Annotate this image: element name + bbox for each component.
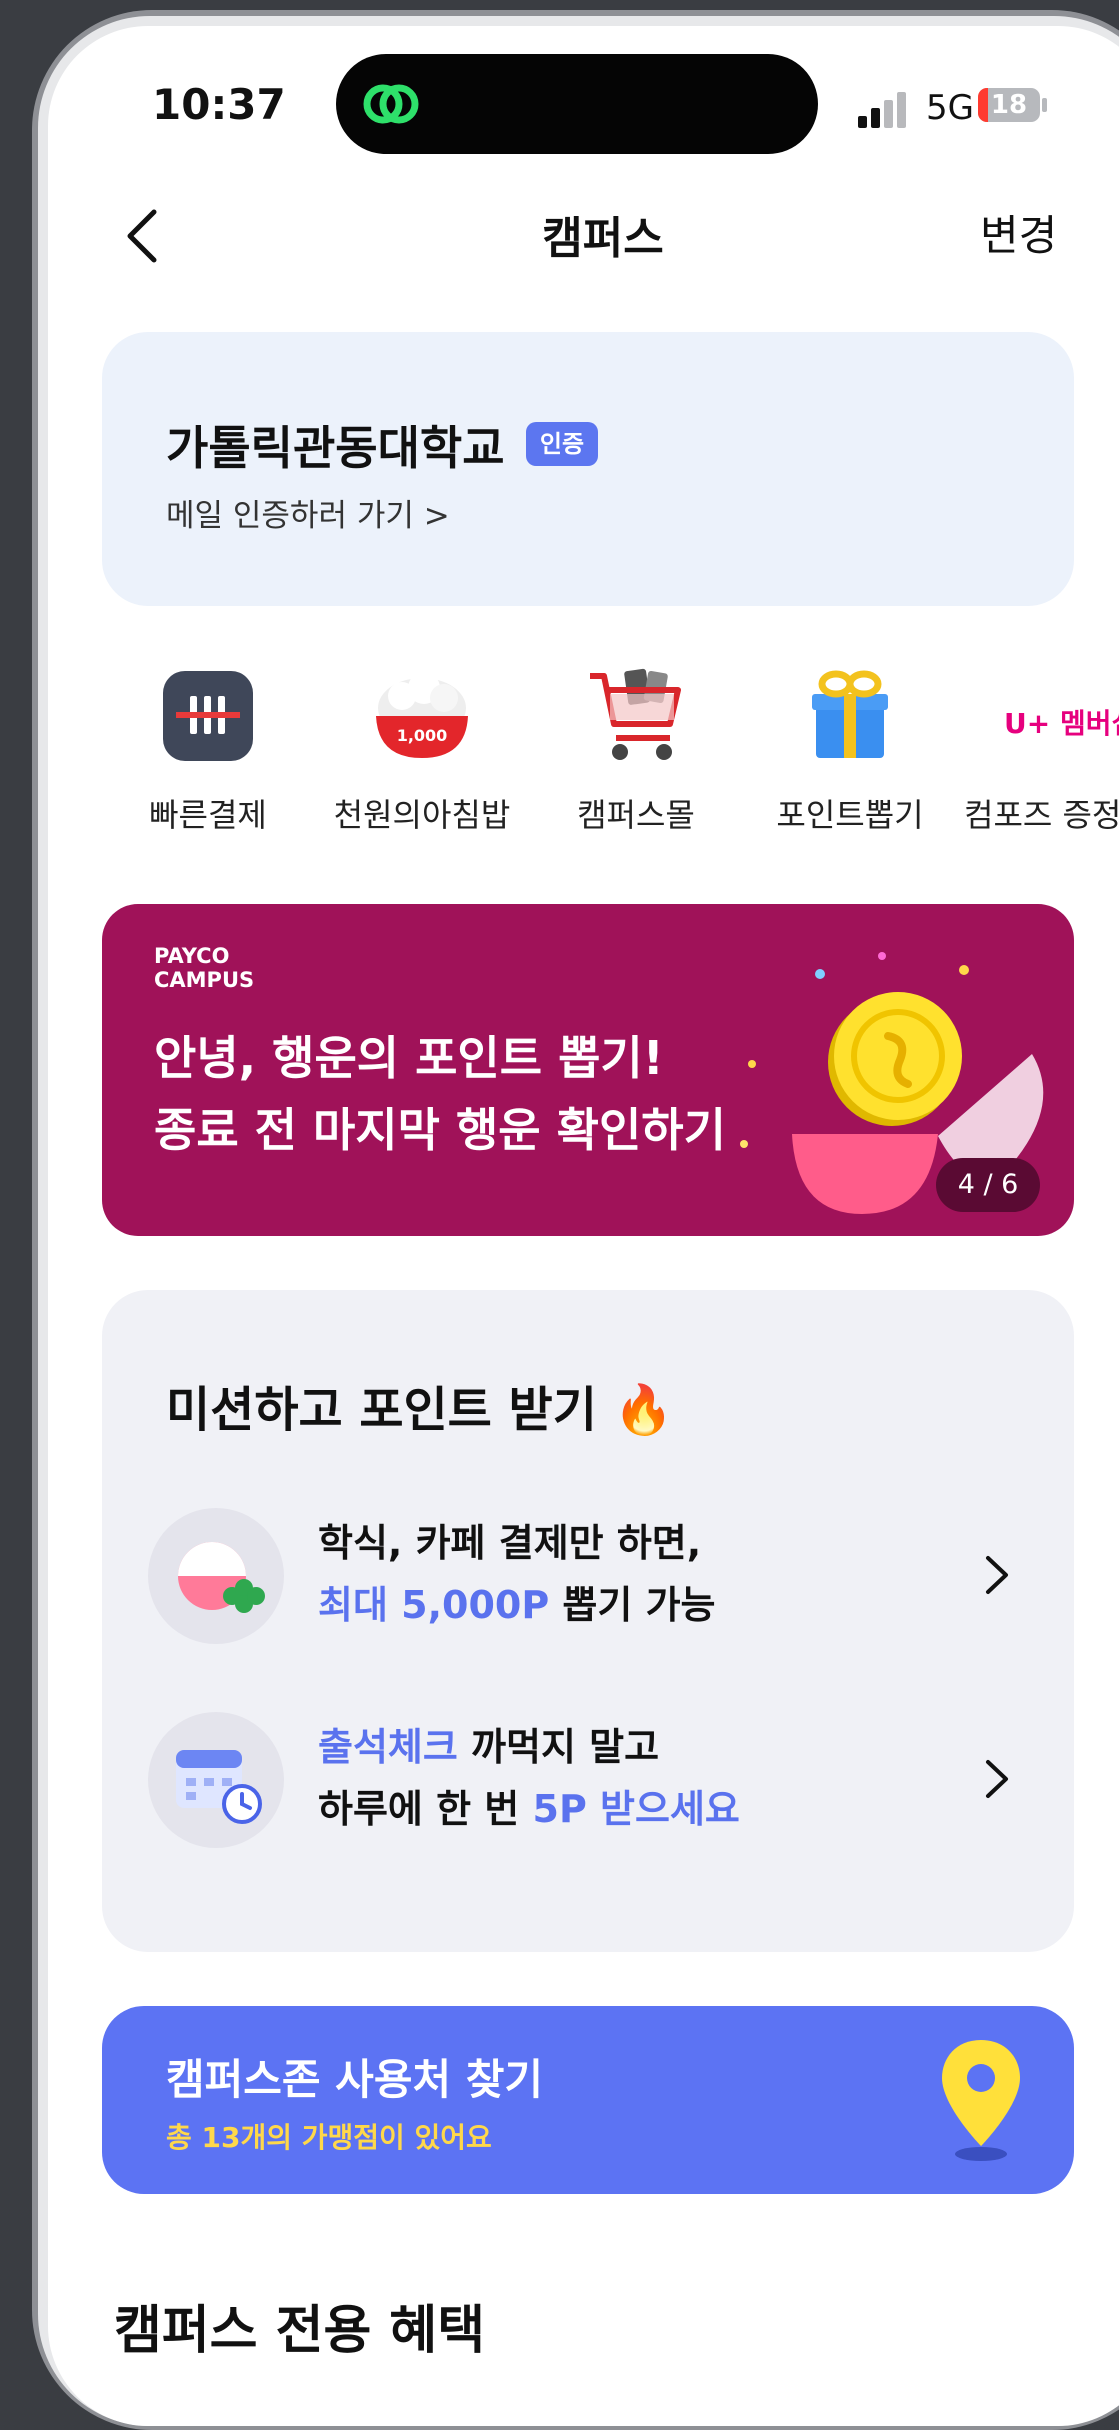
- mission-title: 미션하고 포인트 받기 🔥: [166, 1382, 674, 1438]
- status-time: 10:37: [152, 80, 286, 129]
- zone-title: 캠퍼스존 사용처 찾기: [166, 2055, 544, 2104]
- fast-pay-icon: [163, 671, 253, 761]
- calendar-clock-icon: [176, 1750, 262, 1824]
- page-title: 캠퍼스: [542, 213, 664, 264]
- banner-subline: 종료 전 마지막 행운 확인하기: [154, 1103, 726, 1157]
- campus-zone-finder[interactable]: 캠퍼스존 사용처 찾기 총 13개의 가맹점이 있어요: [102, 2006, 1074, 2194]
- u-plus-membership-icon: U+ 멤버십: [1004, 707, 1119, 740]
- battery-level: 18: [990, 90, 1028, 120]
- chevron-right-icon: [986, 1760, 1008, 1798]
- change-button[interactable]: 변경: [980, 202, 1057, 263]
- chevron-right-icon: [986, 1556, 1008, 1594]
- mission-text: 출석체크 까먹지 말고 하루에 한 번 5P 받으세요: [318, 1725, 740, 1831]
- banner-headline: 안녕, 행운의 포인트 뽑기!: [154, 1031, 664, 1085]
- section-title: 캠퍼스 전용 혜택: [114, 2301, 486, 2361]
- signal-icon: [858, 92, 906, 128]
- school-name: 가톨릭관동대학교: [166, 421, 505, 475]
- verified-badge: 인증: [526, 422, 598, 466]
- quick-menu-label: 컴포즈 증정: [964, 796, 1119, 834]
- quick-menu-breakfast[interactable]: 1,000 천원의아침밥: [322, 666, 522, 866]
- mission-item-attendance[interactable]: 출석체크 까먹지 말고 하루에 한 번 5P 받으세요: [102, 1712, 1074, 1862]
- lucky-capsule-icon: [178, 1542, 265, 1613]
- quick-menu-campus-mall[interactable]: 캠퍼스몰: [536, 666, 736, 866]
- quick-menu-fast-pay[interactable]: 빠른결제: [108, 666, 308, 866]
- quick-menu-label: 포인트뽑기: [776, 796, 924, 834]
- battery-icon: 18: [978, 88, 1040, 122]
- network-label: 5G: [926, 88, 974, 128]
- rice-bowl-price: 1,000: [397, 726, 448, 745]
- rice-bowl-icon: 1,000: [376, 672, 468, 758]
- shopping-cart-icon: [590, 668, 681, 760]
- quick-menu-compose[interactable]: U+ 멤버십 컴포즈 증정: [964, 666, 1119, 866]
- mail-verify-link[interactable]: 메일 인증하러 가기 >: [166, 490, 450, 535]
- payco-campus-logo: PAYCO CAMPUS: [154, 944, 255, 992]
- dynamic-island: [336, 54, 818, 154]
- battery-tip: [1042, 98, 1047, 112]
- mission-icon: [148, 1508, 284, 1644]
- app-screen: 10:37 5G 18 캠퍼스 변경 가톨릭관동대학교 인증 메일 인증하러 가…: [48, 26, 1119, 2426]
- zone-subtitle: 총 13개의 가맹점이 있어요: [166, 2121, 492, 2154]
- mission-icon: [148, 1712, 284, 1848]
- map-pin-icon: [942, 2040, 1020, 2161]
- mission-item-payment[interactable]: 학식, 카페 결제만 하면, 최대 5,000P 뽑기 가능: [102, 1508, 1074, 1658]
- mission-text: 학식, 카페 결제만 하면, 최대 5,000P 뽑기 가능: [318, 1521, 716, 1627]
- school-card[interactable]: 가톨릭관동대학교 인증 메일 인증하러 가기 >: [102, 332, 1074, 606]
- link-activity-icon: [363, 84, 419, 124]
- promo-banner[interactable]: PAYCO CAMPUS 안녕, 행운의 포인트 뽑기! 종료 전 마지막 행운…: [102, 904, 1074, 1236]
- mission-card: 미션하고 포인트 받기 🔥 학식, 카페 결제만 하면, 최대 5,000P 뽑…: [102, 1290, 1074, 1952]
- gift-box-icon: [812, 670, 888, 758]
- banner-page-indicator: 4 / 6: [936, 1158, 1040, 1212]
- quick-menu-point-draw[interactable]: 포인트뽑기: [750, 666, 950, 866]
